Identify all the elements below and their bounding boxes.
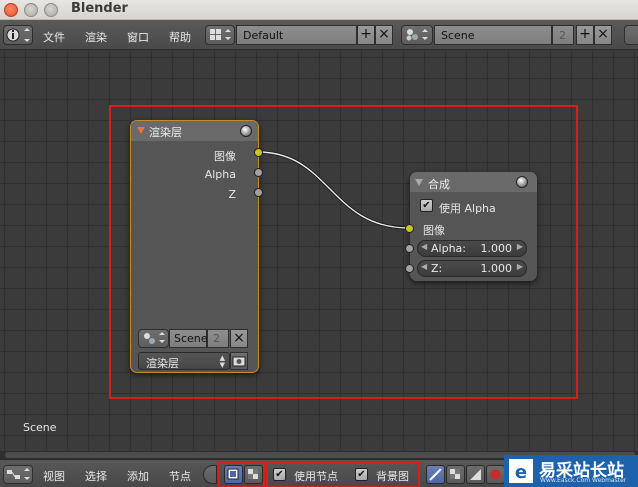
record-button[interactable] xyxy=(486,465,505,484)
backdrop-z-button[interactable] xyxy=(466,465,485,484)
shader-nodes-button[interactable] xyxy=(203,465,217,484)
node-editor-icon xyxy=(7,468,30,480)
minimize-window-button[interactable] xyxy=(24,3,38,17)
scene-users-count: 2 xyxy=(552,25,574,45)
record-icon xyxy=(490,469,501,480)
screen-layout-field[interactable]: Default xyxy=(236,25,357,45)
delete-scene-button[interactable]: × xyxy=(594,25,612,45)
e-logo-icon: e xyxy=(509,459,533,483)
menu-render[interactable]: 渲染 xyxy=(85,29,107,45)
watermark-logo: e 易采站长站 Www.Easck.Com Webmaster xyxy=(504,455,638,487)
menu-add[interactable]: 添加 xyxy=(127,468,149,484)
render-layer-icon xyxy=(227,468,239,480)
add-screen-button[interactable]: + xyxy=(357,25,375,45)
layout-grid-icon xyxy=(210,29,231,40)
scene-selector[interactable] xyxy=(401,25,433,45)
menu-view[interactable]: 视图 xyxy=(43,468,65,484)
delete-screen-button[interactable]: × xyxy=(375,25,393,45)
menu-help[interactable]: 帮助 xyxy=(169,29,191,45)
color-alpha-icon xyxy=(429,468,442,481)
menu-file[interactable]: 文件 xyxy=(43,29,65,45)
close-window-button[interactable] xyxy=(4,3,18,17)
node-editor-canvas[interactable]: 渲染层 图像 Alpha Z Scene 2 × 渲染层 ▲ ▼ 合成 ✔ 使用… xyxy=(0,51,638,451)
texture-nodes-button[interactable] xyxy=(244,465,263,484)
menu-window[interactable]: 窗口 xyxy=(127,29,149,45)
checker-icon xyxy=(450,469,460,479)
backdrop-label: 背景图 xyxy=(376,470,409,483)
use-nodes-checkbox[interactable]: ✔ xyxy=(273,468,286,481)
menu-node[interactable]: 节点 xyxy=(169,468,191,484)
backdrop-checkbox[interactable]: ✔ xyxy=(355,468,368,481)
scene-name-field[interactable]: Scene xyxy=(434,25,552,45)
use-nodes-label: 使用节点 xyxy=(294,470,338,483)
svg-text:e: e xyxy=(515,462,527,483)
checker-icon xyxy=(248,469,258,479)
watermark-url: Www.Easck.Com Webmaster xyxy=(540,477,627,484)
scene-name-overlay: Scene xyxy=(23,421,57,434)
gradient-icon xyxy=(470,469,481,480)
maximize-window-button[interactable] xyxy=(44,3,58,17)
backdrop-channels-button[interactable] xyxy=(426,465,445,484)
info-header: 文件 渲染 窗口 帮助 Default + × Scene 2 + × xyxy=(0,20,638,50)
add-scene-button[interactable]: + xyxy=(576,25,594,45)
scene-icon xyxy=(406,29,428,41)
info-icon xyxy=(6,28,30,42)
backdrop-alpha-button[interactable] xyxy=(446,465,465,484)
highlight-annotation-box xyxy=(109,105,578,399)
title-bar: Blender xyxy=(0,0,638,20)
render-engine-selector[interactable] xyxy=(624,25,638,45)
menu-select[interactable]: 选择 xyxy=(85,468,107,484)
screen-layout-selector[interactable] xyxy=(205,25,235,45)
editor-type-selector[interactable] xyxy=(3,25,33,45)
window-title: Blender xyxy=(71,1,128,16)
editor-type-selector[interactable] xyxy=(3,465,33,484)
compositing-nodes-button[interactable] xyxy=(224,465,243,484)
